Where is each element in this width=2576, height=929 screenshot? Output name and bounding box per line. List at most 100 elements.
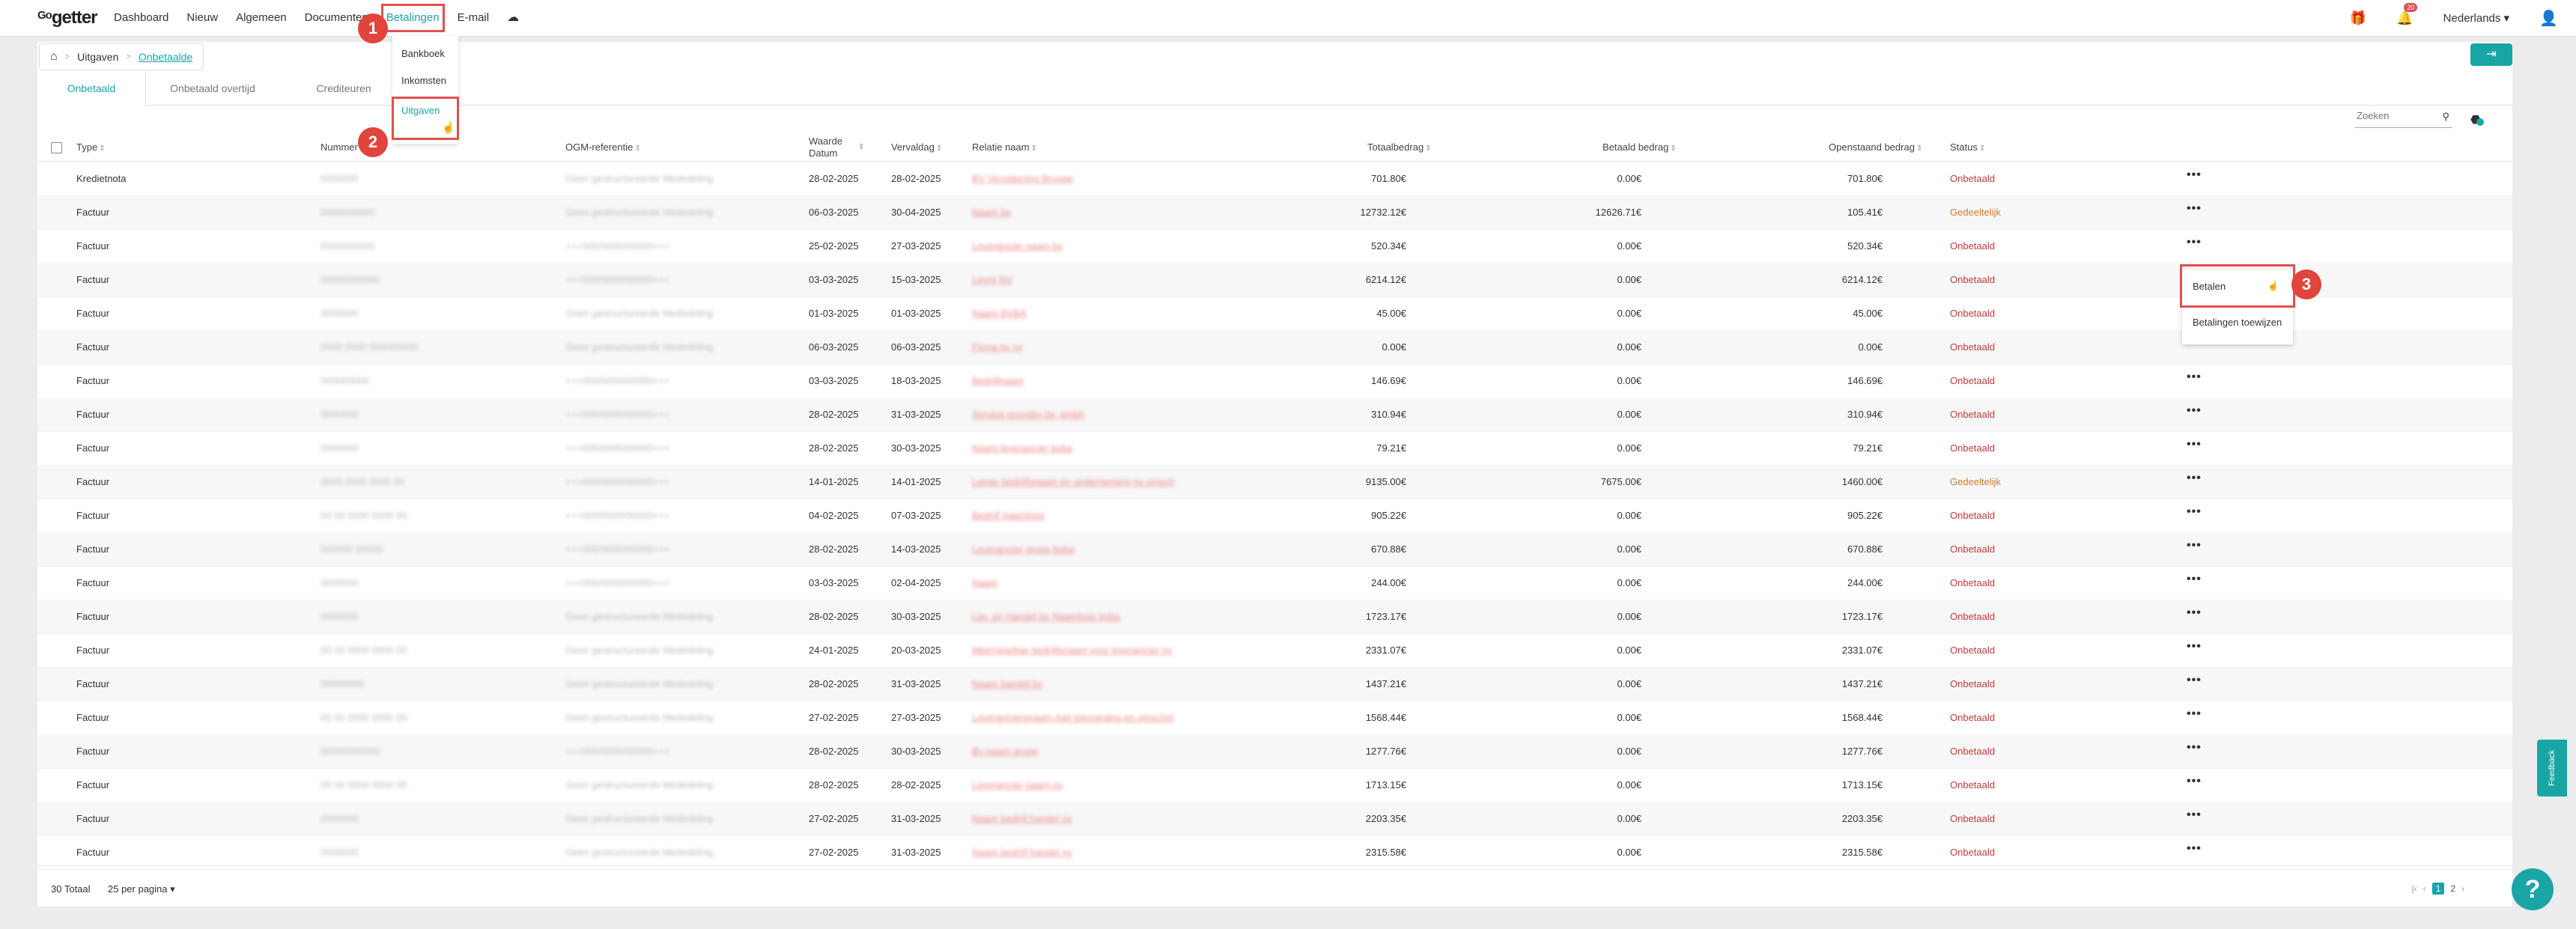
table-row[interactable]: Factuur 00 00 0000 0000 00 Geen gestructur… [37, 768, 2512, 802]
search-icon[interactable]: ⚲ [2442, 111, 2449, 123]
table-row[interactable]: Factuur 00 00 0000 0000 00 Geen gestructur… [37, 701, 2512, 735]
table-row[interactable]: Factuur 0000000 Geen gestructureerde Meded… [37, 802, 2512, 836]
cell-relatie[interactable]: Bv naam groep [972, 734, 1038, 768]
cell-relatie[interactable]: Firma nv nv [972, 330, 1023, 364]
feedback-tab[interactable]: Feedback [2537, 740, 2567, 796]
table-row[interactable]: Factuur 0000000 +++000/0000/00000+++ 28-02-… [37, 398, 2512, 432]
cell-relatie[interactable]: Lev. en Handel bv Naamloos bvba [972, 600, 1120, 633]
cloud-icon[interactable]: ☁ [498, 0, 528, 36]
more-actions-icon[interactable]: ••• [2187, 465, 2202, 499]
table-row[interactable]: Factuur 0000000 Geen gestructureerde Meded… [37, 296, 2512, 331]
tab-crediteuren[interactable]: Crediteuren [280, 72, 407, 105]
prev-page-icon[interactable]: ‹ [2423, 883, 2426, 894]
table-row[interactable]: Factuur 0000000000 +++000/0000/00000+++ 25-… [37, 229, 2512, 264]
home-icon[interactable]: ⌂ [50, 50, 58, 64]
table-row[interactable]: Factuur 00000000000 +++000/0000/00000+++ 28… [37, 734, 2512, 769]
select-all-checkbox[interactable] [51, 142, 62, 153]
logo[interactable]: Gogetter [37, 7, 98, 28]
cell-relatie[interactable]: Service provider bv, gmbh [972, 398, 1084, 431]
nav-algemeen[interactable]: Algemeen [227, 0, 296, 36]
page-2[interactable]: 2 [2450, 883, 2455, 894]
export-button[interactable]: ⇥ [2470, 43, 2512, 66]
more-actions-icon[interactable]: ••• [2187, 802, 2202, 835]
more-actions-icon[interactable]: ••• [2187, 195, 2202, 229]
table-row[interactable]: Kredietnota 0000000 Geen gestructureerde M… [37, 162, 2512, 196]
filter-icon[interactable]: ⬣ [2470, 112, 2485, 127]
table-row[interactable]: Factuur 00 00 0000 0000 00 Geen gestructur… [37, 633, 2512, 668]
col-betaald[interactable]: Betaald bedrag ⇕ [1603, 134, 1677, 161]
col-status[interactable]: Status ⇕ [1950, 134, 1985, 161]
col-vervaldag[interactable]: Vervaldag ⇕ [891, 134, 942, 161]
gift-icon[interactable]: 🎁 [2350, 10, 2366, 26]
page-1[interactable]: 1 [2431, 883, 2445, 895]
tab-onbetaald-overtijd[interactable]: Onbetaald overtijd [145, 72, 280, 105]
more-actions-icon[interactable]: ••• [2187, 162, 2202, 195]
more-actions-icon[interactable]: ••• [2187, 701, 2202, 734]
menu-item-betalen[interactable]: Betalen ☝ [2182, 269, 2293, 303]
more-actions-icon[interactable]: ••• [2187, 835, 2202, 869]
cell-relatie[interactable]: Lange bedrijfsnaam en onderneming nv oms… [972, 465, 1174, 499]
table-row[interactable]: Factuur 0000 0000 000000000 Geen gestructu… [37, 330, 2512, 365]
table-row[interactable]: Factuur 0000000 Geen gestructureerde Meded… [37, 600, 2512, 634]
col-type[interactable]: Type ⇕ [76, 134, 106, 161]
cell-relatie[interactable]: Naam leverancier bvba [972, 431, 1072, 465]
breadcrumb-onbetaalde[interactable]: Onbetaalde [139, 51, 192, 63]
table-row[interactable]: Factuur 00000000000 +++000/0000/00000+++ 03… [37, 263, 2512, 297]
dropdown-item-inkomsten[interactable]: Inkomsten [392, 67, 458, 94]
table-row[interactable]: Factuur 00000000 Geen gestructureerde Mede… [37, 667, 2512, 701]
cell-relatie[interactable]: Bedrijfnaam [972, 364, 1024, 398]
nav-nieuw[interactable]: Nieuw [177, 0, 227, 36]
cell-relatie[interactable]: Leveranciersnaam met toevoeging en omsch… [972, 701, 1174, 734]
next-page-icon[interactable]: › [2461, 883, 2464, 894]
cell-relatie[interactable]: Naam bv [972, 195, 1011, 229]
cell-relatie[interactable]: Leverancier naam bv [972, 229, 1063, 263]
per-page-select[interactable]: 25 per pagina ▾ [108, 866, 175, 913]
cell-relatie[interactable]: Leverancier naam nv [972, 768, 1063, 802]
search-input[interactable] [2355, 109, 2433, 122]
language-select[interactable]: Nederlands ▾ [2443, 11, 2509, 25]
col-relatie[interactable]: Relatie naam ⇕ [972, 134, 1037, 161]
table-row[interactable]: Factuur 0000 0000 0000 00 +++000/0000/0000… [37, 465, 2512, 499]
cell-relatie[interactable]: Meerregelige bedrijfsnaam voor leveranci… [972, 633, 1172, 667]
more-actions-icon[interactable]: ••• [2187, 633, 2202, 667]
cell-relatie[interactable]: Naam bedrijf handel nv [972, 802, 1072, 835]
more-actions-icon[interactable]: ••• [2187, 532, 2202, 566]
help-button[interactable]: ? [2512, 868, 2554, 910]
tab-onbetaald[interactable]: Onbetaald [37, 72, 146, 106]
more-actions-icon[interactable]: ••• [2187, 431, 2202, 465]
table-row[interactable]: Factuur 0000000 +++000/0000/00000+++ 28-02-… [37, 431, 2512, 466]
menu-item-betalingen-toewijzen[interactable]: Betalingen toewijzen [2182, 305, 2293, 339]
nav-email[interactable]: E-mail [449, 0, 499, 36]
more-actions-icon[interactable]: ••• [2187, 499, 2202, 532]
col-totaal[interactable]: Totaalbedrag ⇕ [1367, 134, 1432, 161]
more-actions-icon[interactable]: ••• [2187, 566, 2202, 600]
cell-relatie[interactable]: Naam [972, 566, 998, 600]
col-openstaand[interactable]: Openstaand bedrag ⇕ [1829, 134, 1922, 161]
more-actions-icon[interactable]: ••• [2187, 734, 2202, 768]
table-row[interactable]: Factuur 000000 00000 +++000/0000/00000+++ 2… [37, 532, 2512, 567]
table-row[interactable]: Factuur 0000000 +++000/0000/00000+++ 03-03-… [37, 566, 2512, 600]
col-waarde-datum[interactable]: Waarde Datum ⇕ [809, 135, 864, 162]
nav-dashboard[interactable]: Dashboard [105, 0, 177, 36]
more-actions-icon[interactable]: ••• [2187, 229, 2202, 263]
table-row[interactable]: Factuur 0000000000 Geen gestructureerde Me… [37, 195, 2512, 230]
user-icon[interactable]: 👤 [2539, 9, 2558, 28]
cell-relatie[interactable]: BV Verzekering Brugge [972, 162, 1073, 195]
breadcrumb-uitgaven[interactable]: Uitgaven [77, 51, 118, 63]
table-row[interactable]: Factuur 000000000 +++000/0000/00000+++ 03-0… [37, 364, 2512, 398]
more-actions-icon[interactable]: ••• [2187, 600, 2202, 633]
cell-relatie[interactable]: Levnr NV [972, 263, 1012, 296]
col-ogm[interactable]: OGM-referentie ⇕ [565, 134, 641, 161]
cell-relatie[interactable]: Leverancier groep bvba [972, 532, 1075, 566]
table-row[interactable]: Factuur 00 00 0000 0000 00 +++000/0000/000… [37, 499, 2512, 533]
more-actions-icon[interactable]: ••• [2187, 364, 2202, 398]
more-actions-icon[interactable]: ••• [2187, 398, 2202, 431]
cell-relatie[interactable]: Naam BVBA [972, 296, 1027, 330]
cell-relatie[interactable]: Naam bedrijf handel nv [972, 835, 1072, 869]
bell-icon[interactable]: 🔔 20 [2396, 2, 2418, 26]
dropdown-item-bankboek[interactable]: Bankboek [392, 40, 458, 67]
more-actions-icon[interactable]: ••• [2187, 768, 2202, 802]
nav-betalingen[interactable]: Betalingen [377, 0, 449, 36]
first-page-icon[interactable]: |‹ [2412, 883, 2417, 894]
more-actions-icon[interactable]: ••• [2187, 667, 2202, 701]
